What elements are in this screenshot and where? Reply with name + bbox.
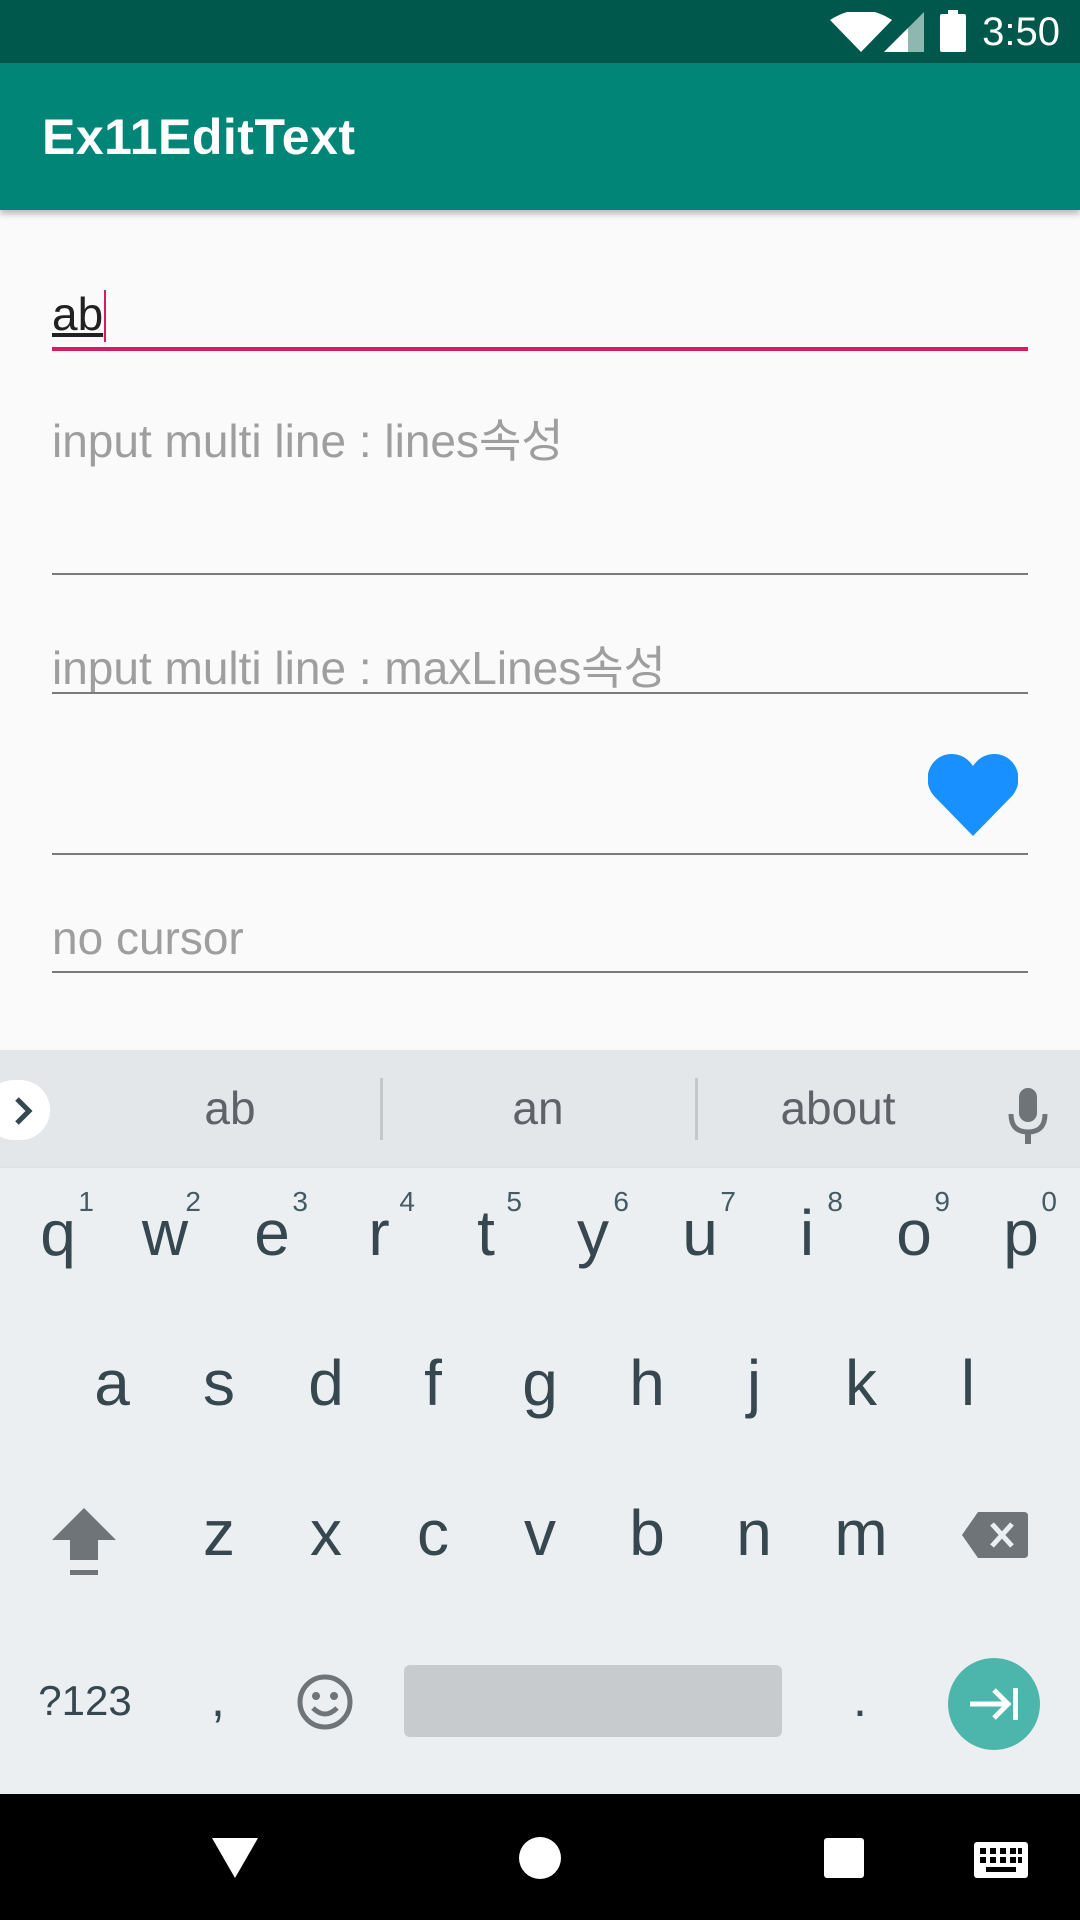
- key-l[interactable]: l: [918, 1318, 1018, 1448]
- comma-key[interactable]: ,: [168, 1634, 268, 1764]
- key-o[interactable]: o9: [864, 1168, 964, 1298]
- key-label: t: [477, 1197, 495, 1269]
- backspace-key[interactable]: [944, 1470, 1044, 1600]
- text-cursor: [104, 290, 106, 342]
- app-title: Ex11EditText: [42, 109, 356, 165]
- key-label: p: [1003, 1197, 1039, 1269]
- key-label: r: [368, 1197, 390, 1269]
- no-cursor-hint: no cursor: [52, 912, 244, 964]
- key-m[interactable]: m: [811, 1468, 911, 1598]
- key-i[interactable]: i8: [757, 1168, 857, 1298]
- space-bar[interactable]: [404, 1665, 782, 1737]
- key-hint: 5: [506, 1186, 522, 1217]
- field-underline: [52, 971, 1028, 973]
- key-s[interactable]: s: [169, 1318, 269, 1448]
- key-hint: 6: [613, 1186, 629, 1217]
- key-hint: 0: [1041, 1186, 1057, 1217]
- field-underline: [52, 692, 1028, 694]
- multiline-lines-field[interactable]: input multi line : lines속성: [52, 400, 1028, 576]
- heart-icon: [928, 754, 1018, 836]
- input-text: ab: [52, 288, 104, 340]
- microphone-icon[interactable]: [1008, 1088, 1048, 1146]
- key-r[interactable]: r4: [329, 1168, 429, 1298]
- key-hint: 9: [934, 1186, 950, 1217]
- expand-suggestions-button[interactable]: [0, 1080, 50, 1140]
- field-underline: [52, 853, 1028, 855]
- key-hint: 2: [185, 1186, 201, 1217]
- emoji-key[interactable]: [275, 1636, 375, 1766]
- status-bar: 3:50: [0, 0, 1080, 63]
- key-h[interactable]: h: [597, 1318, 697, 1448]
- key-label: o: [896, 1197, 932, 1269]
- key-u[interactable]: u7: [650, 1168, 750, 1298]
- cell-signal-icon: [884, 12, 924, 52]
- maxlines-hint: input multi line : maxLines속성: [52, 642, 666, 694]
- key-a[interactable]: a: [62, 1318, 162, 1448]
- key-t[interactable]: t5: [436, 1168, 536, 1298]
- focused-underline: [52, 347, 1028, 351]
- key-k[interactable]: k: [811, 1318, 911, 1448]
- key-z[interactable]: z: [169, 1468, 269, 1598]
- keyboard-icon[interactable]: [974, 1842, 1028, 1878]
- key-label: e: [254, 1197, 290, 1269]
- emoji-icon: [297, 1674, 353, 1730]
- key-hint: 3: [292, 1186, 308, 1217]
- key-f[interactable]: f: [383, 1318, 483, 1448]
- navigation-bar: [0, 1794, 1080, 1920]
- key-x[interactable]: x: [276, 1468, 376, 1598]
- key-b[interactable]: b: [597, 1468, 697, 1598]
- back-icon[interactable]: [212, 1838, 258, 1878]
- suggestion-1[interactable]: ab: [80, 1050, 380, 1166]
- recents-icon[interactable]: [824, 1838, 864, 1878]
- no-cursor-field[interactable]: no cursor: [52, 905, 1028, 973]
- drawable-field[interactable]: [52, 740, 1028, 856]
- app-bar: Ex11EditText: [0, 63, 1080, 210]
- key-label: y: [577, 1197, 609, 1269]
- key-label: u: [682, 1197, 718, 1269]
- backspace-icon: [962, 1512, 1028, 1558]
- shift-icon: [52, 1508, 116, 1575]
- key-d[interactable]: d: [276, 1318, 376, 1448]
- key-hint: 1: [78, 1186, 94, 1217]
- wifi-icon: [830, 12, 892, 52]
- tab-next-icon: [970, 1688, 1018, 1720]
- key-j[interactable]: j: [704, 1318, 804, 1448]
- key-label: q: [40, 1197, 76, 1269]
- key-v[interactable]: v: [490, 1468, 590, 1598]
- lines-hint: input multi line : lines속성: [52, 415, 564, 467]
- battery-icon: [940, 10, 966, 52]
- status-time: 3:50: [982, 10, 1060, 54]
- key-n[interactable]: n: [704, 1468, 804, 1598]
- key-y[interactable]: y6: [543, 1168, 643, 1298]
- key-w[interactable]: w2: [115, 1168, 215, 1298]
- key-c[interactable]: c: [383, 1468, 483, 1598]
- key-label: i: [799, 1197, 815, 1269]
- key-q[interactable]: q1: [8, 1168, 108, 1298]
- shift-key[interactable]: [34, 1470, 134, 1600]
- multiline-maxlines-field[interactable]: input multi line : maxLines속성: [52, 628, 1028, 694]
- key-label: w: [141, 1197, 189, 1269]
- key-hint: 7: [720, 1186, 736, 1217]
- period-key[interactable]: .: [810, 1634, 910, 1764]
- key-g[interactable]: g: [490, 1318, 590, 1448]
- chevron-right-icon: [15, 1097, 33, 1125]
- key-e[interactable]: e3: [222, 1168, 322, 1298]
- key-hint: 8: [827, 1186, 843, 1217]
- suggestion-strip: ab an about: [0, 1050, 1080, 1168]
- symbols-key[interactable]: ?123: [20, 1636, 150, 1766]
- suggestion-2[interactable]: an: [383, 1050, 693, 1166]
- home-icon[interactable]: [518, 1836, 562, 1880]
- edit-text-input[interactable]: ab: [52, 280, 1028, 351]
- enter-key[interactable]: [948, 1658, 1040, 1750]
- key-p[interactable]: p0: [971, 1168, 1071, 1298]
- key-hint: 4: [399, 1186, 415, 1217]
- field-underline: [52, 573, 1028, 575]
- soft-keyboard: ab an about q1 w2 e3 r4 t5 y6 u7 i8 o9 p…: [0, 1050, 1080, 1794]
- suggestion-3[interactable]: about: [698, 1050, 978, 1166]
